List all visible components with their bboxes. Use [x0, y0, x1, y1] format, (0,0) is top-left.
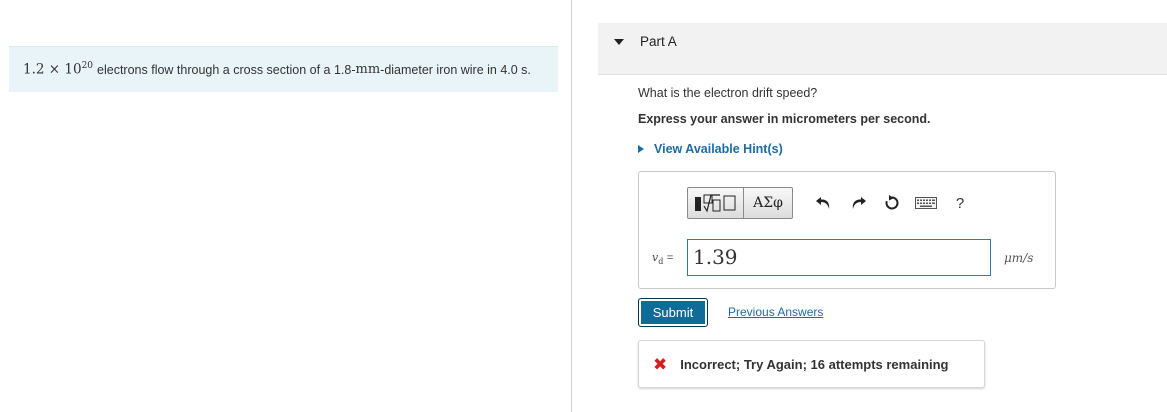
feedback-message: Incorrect; Try Again; 16 attempts remain… [680, 356, 949, 372]
undo-icon[interactable] [807, 188, 841, 218]
variable-label: vd = [652, 251, 673, 266]
feedback-box: ✖ Incorrect; Try Again; 16 attempts rema… [638, 340, 985, 388]
electron-count: 1.2 × 1020 [23, 61, 93, 78]
view-hints-link[interactable]: View Available Hint(s) [638, 142, 783, 156]
keyboard-icon[interactable] [909, 188, 943, 218]
part-header[interactable]: Part A [598, 23, 1167, 75]
part-title: Part A [640, 34, 677, 49]
hint-link-label: View Available Hint(s) [654, 142, 783, 156]
math-toolbar: ΑΣφ ? [687, 187, 977, 219]
unit-label: μm/s [1004, 251, 1034, 265]
symbols-button[interactable]: ΑΣφ [744, 188, 792, 218]
column-divider [571, 0, 572, 412]
problem-text-1: electrons flow through a cross section o… [97, 62, 356, 77]
redo-icon[interactable] [841, 188, 875, 218]
times-sign: × [48, 61, 61, 78]
unit-mm: mm [355, 62, 381, 77]
exponent: 20 [81, 61, 94, 72]
incorrect-x-icon: ✖ [653, 354, 668, 374]
question-text: What is the electron drift speed? [638, 86, 818, 100]
equals-sign: = [666, 252, 674, 264]
base: 10 [64, 61, 82, 78]
reset-icon[interactable] [875, 188, 909, 218]
problem-statement: 1.2 × 1020 electrons flow through a cros… [9, 46, 558, 92]
collapse-triangle-icon[interactable] [614, 39, 624, 45]
answer-box: ΑΣφ ? vd = 1.39 μm/s [638, 171, 1056, 289]
problem-text-2: -diameter iron wire in 4.0 s. [380, 62, 531, 77]
answer-input[interactable]: 1.39 [687, 239, 991, 276]
instruction-text: Express your answer in micrometers per s… [638, 112, 931, 126]
help-button[interactable]: ? [943, 188, 977, 218]
submit-button[interactable]: Submit [638, 298, 708, 327]
template-symbol-group: ΑΣφ [687, 187, 793, 219]
templates-button[interactable] [688, 188, 744, 218]
previous-answers-link[interactable]: Previous Answers [728, 305, 823, 319]
expand-triangle-icon [638, 145, 644, 153]
coefficient: 1.2 [23, 61, 45, 78]
templates-icon [694, 194, 735, 213]
variable-subscript: d [658, 257, 664, 267]
page: 1.2 × 1020 electrons flow through a cros… [0, 0, 1167, 412]
